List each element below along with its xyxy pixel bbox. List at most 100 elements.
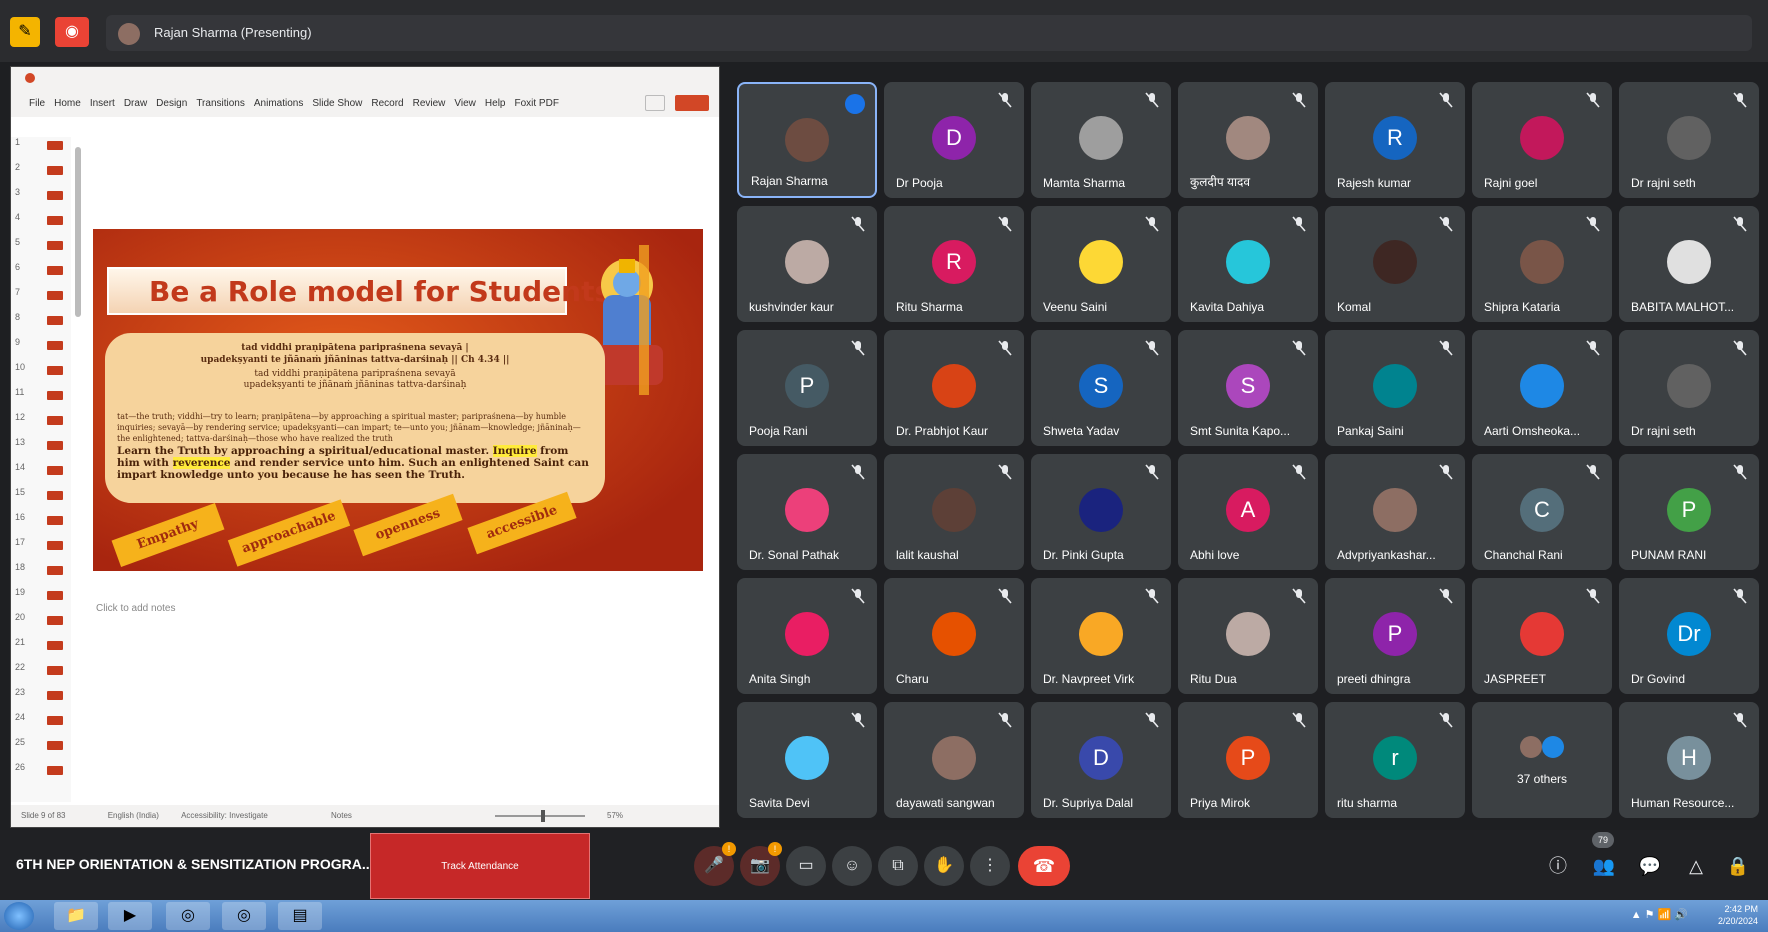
participant-tile[interactable]: P PUNAM RANI — [1619, 454, 1759, 570]
participant-tile[interactable]: Pankaj Saini — [1325, 330, 1465, 446]
participant-tile[interactable]: R Rajesh kumar — [1325, 82, 1465, 198]
slide-thumbnail-image[interactable] — [47, 466, 63, 475]
slide-thumbnail-image[interactable] — [47, 141, 63, 150]
slide-thumbnail-image[interactable] — [47, 666, 63, 675]
ribbon-tab[interactable]: View — [454, 98, 476, 109]
slide-thumbnail[interactable]: 21 — [15, 637, 71, 653]
annotate-icon[interactable]: ✎ — [10, 17, 40, 47]
ribbon-tab[interactable]: Design — [156, 98, 187, 109]
participant-tile[interactable]: Dr rajni seth — [1619, 330, 1759, 446]
ribbon-tab[interactable]: Help — [485, 98, 506, 109]
slide-thumbnail-image[interactable] — [47, 516, 63, 525]
slide-thumbnail[interactable]: 13 — [15, 437, 71, 453]
participant-tile[interactable]: Mamta Sharma — [1031, 82, 1171, 198]
slide-thumbnail[interactable]: 22 — [15, 662, 71, 678]
language-status[interactable]: English (India) — [108, 811, 159, 820]
participant-tile[interactable]: A Abhi love — [1178, 454, 1318, 570]
participant-tile[interactable]: Ritu Dua — [1178, 578, 1318, 694]
participant-tile[interactable]: कुलदीप यादव — [1178, 82, 1318, 198]
chrome-profile-icon[interactable]: ◎ — [222, 902, 266, 930]
media-player-icon[interactable]: ▶ — [108, 902, 152, 930]
slide-thumbnail-image[interactable] — [47, 266, 63, 275]
participant-tile[interactable]: kushvinder kaur — [737, 206, 877, 322]
accessibility-status[interactable]: Accessibility: Investigate — [181, 811, 268, 820]
slide-thumbnail[interactable]: 20 — [15, 612, 71, 628]
slide-thumbnail-image[interactable] — [47, 716, 63, 725]
slide-thumbnail[interactable]: 11 — [15, 387, 71, 403]
participant-tile[interactable]: lalit kaushal — [884, 454, 1024, 570]
participant-tile[interactable]: dayawati sangwan — [884, 702, 1024, 818]
slide-thumbnail[interactable]: 25 — [15, 737, 71, 753]
participant-tile[interactable]: r ritu sharma — [1325, 702, 1465, 818]
people-icon[interactable]: 👥 — [1590, 852, 1618, 880]
slide-thumbnail[interactable]: 14 — [15, 462, 71, 478]
captions-icon[interactable]: ▭ — [786, 846, 826, 886]
slide-thumbnail-image[interactable] — [47, 291, 63, 300]
slide-thumbnail-image[interactable] — [47, 691, 63, 700]
slide-thumbnail[interactable]: 24 — [15, 712, 71, 728]
participant-tile[interactable]: Ppreeti dhingra — [1325, 578, 1465, 694]
slide-thumbnail[interactable]: 6 — [15, 262, 71, 278]
file-explorer-icon[interactable]: 📁 — [54, 902, 98, 930]
more-options-icon[interactable]: ⋮ — [970, 846, 1010, 886]
slide-thumbnail[interactable]: 17 — [15, 537, 71, 553]
ribbon-tab[interactable]: File — [29, 98, 45, 109]
zoom-slider-knob[interactable] — [541, 810, 545, 822]
ppt-record-button[interactable] — [675, 95, 709, 111]
slide-thumbnail[interactable]: 19 — [15, 587, 71, 603]
participant-tile[interactable]: R Ritu Sharma — [884, 206, 1024, 322]
taskbar-clock[interactable]: 2:42 PM 2/20/2024 — [1718, 903, 1758, 927]
ribbon-tab[interactable]: Review — [413, 98, 446, 109]
ribbon-tab[interactable]: Transitions — [196, 98, 245, 109]
participant-tile[interactable]: Aarti Omsheoka... — [1472, 330, 1612, 446]
participant-tile[interactable]: P Priya Mirok — [1178, 702, 1318, 818]
slide-thumbnail-image[interactable] — [47, 566, 63, 575]
slide-thumbnail-image[interactable] — [47, 541, 63, 550]
slide-thumbnail[interactable]: 5 — [15, 237, 71, 253]
participant-tile[interactable]: C Chanchal Rani — [1472, 454, 1612, 570]
record-icon[interactable]: ◉ — [55, 17, 89, 47]
ribbon-tab[interactable]: Foxit PDF — [514, 98, 558, 109]
participant-tile[interactable]: Dr Dr Govind — [1619, 578, 1759, 694]
participant-tile[interactable]: S Smt Sunita Kapo... — [1178, 330, 1318, 446]
slide-thumbnail-image[interactable] — [47, 216, 63, 225]
participant-tile[interactable]: Advpriyankashar... — [1325, 454, 1465, 570]
slide-thumbnail-image[interactable] — [47, 191, 63, 200]
thumbnail-scrollbar[interactable] — [75, 147, 81, 317]
slide-thumbnail[interactable]: 3 — [15, 187, 71, 203]
ribbon-tab[interactable]: Draw — [124, 98, 147, 109]
ribbon-tab[interactable]: Record — [371, 98, 403, 109]
slide-thumbnail-image[interactable] — [47, 241, 63, 250]
system-tray[interactable]: ▲ ⚑ 📶 🔊 — [1631, 908, 1688, 921]
ribbon-tab[interactable]: Animations — [254, 98, 303, 109]
participant-tile[interactable]: Dr. Sonal Pathak — [737, 454, 877, 570]
participant-tile[interactable]: P Pooja Rani — [737, 330, 877, 446]
slide-thumbnail-image[interactable] — [47, 166, 63, 175]
participant-tile[interactable]: Dr. Navpreet Virk — [1031, 578, 1171, 694]
slide-thumbnail-image[interactable] — [47, 766, 63, 775]
slide-thumbnail[interactable]: 1 — [15, 137, 71, 153]
comments-icon[interactable] — [645, 95, 665, 111]
participant-tile[interactable]: Charu — [884, 578, 1024, 694]
participant-tile[interactable]: Shipra Kataria — [1472, 206, 1612, 322]
meeting-info-icon[interactable]: ⓘ — [1544, 852, 1572, 880]
slide-thumbnail-image[interactable] — [47, 341, 63, 350]
chat-icon[interactable]: 💬 — [1636, 852, 1664, 880]
participant-tile[interactable]: Komal — [1325, 206, 1465, 322]
notes-toggle[interactable]: Notes — [331, 805, 352, 827]
emoji-icon[interactable]: ☺ — [832, 846, 872, 886]
participant-tile[interactable]: S Shweta Yadav — [1031, 330, 1171, 446]
participant-tile[interactable]: Rajni goel — [1472, 82, 1612, 198]
host-controls-icon[interactable]: 🔒 — [1724, 852, 1752, 880]
slide-thumbnail[interactable]: 10 — [15, 362, 71, 378]
raise-hand-icon[interactable]: ✋ — [924, 846, 964, 886]
start-button[interactable] — [4, 902, 34, 930]
activities-icon[interactable]: △ — [1682, 852, 1710, 880]
participant-tile[interactable]: 37 others — [1472, 702, 1612, 818]
slide-thumbnail-image[interactable] — [47, 741, 63, 750]
ribbon-tab[interactable]: Home — [54, 98, 81, 109]
microphone-icon[interactable]: 🎤! — [694, 842, 736, 886]
slide-thumbnail[interactable]: 7 — [15, 287, 71, 303]
ribbon-tab[interactable]: Slide Show — [312, 98, 362, 109]
participant-tile[interactable]: Rajan Sharma — [737, 82, 877, 198]
